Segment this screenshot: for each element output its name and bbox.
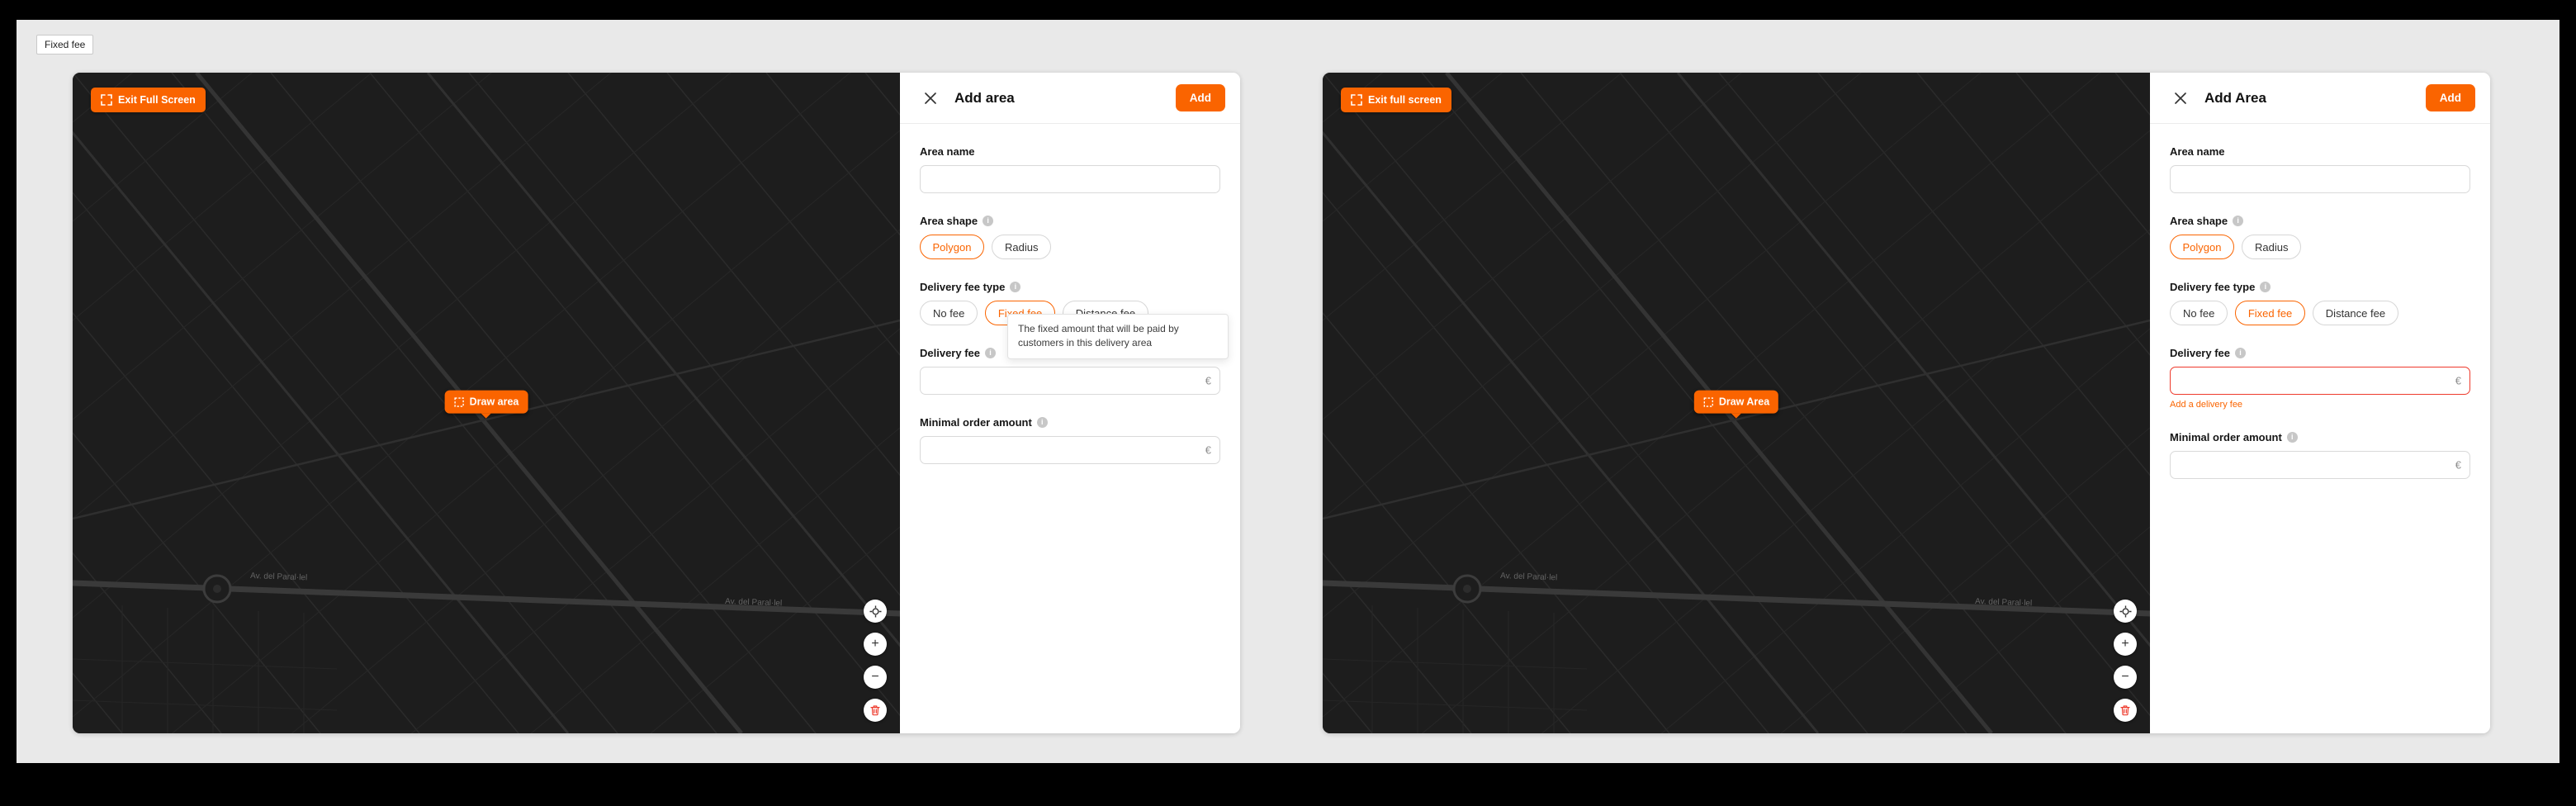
- currency-suffix: €: [2455, 459, 2461, 472]
- draw-area-icon: [454, 396, 465, 407]
- roundabout-center: [213, 585, 221, 593]
- delete-button[interactable]: [2114, 699, 2137, 722]
- draw-area-icon: [1703, 396, 1714, 407]
- area-shape-section: Area shape i Polygon Radius: [920, 215, 1220, 259]
- draw-area-label: Draw area: [470, 396, 519, 408]
- info-icon[interactable]: i: [1037, 417, 1048, 428]
- area-name-label: Area name: [2170, 145, 2224, 158]
- minimal-order-label: Minimal order amount: [920, 416, 1032, 429]
- delivery-fee-label: Delivery fee: [2170, 347, 2230, 359]
- exit-fullscreen-label: Exit Full Screen: [118, 94, 196, 106]
- delivery-area-editor-left: Av. del Paral·lel Av. del Paral·lel Exit…: [73, 73, 1240, 733]
- shape-option-polygon[interactable]: Polygon: [920, 235, 984, 259]
- fixed-fee-tooltip: The fixed amount that will be paid by cu…: [1007, 314, 1229, 359]
- fee-type-label: Delivery fee type: [2170, 281, 2255, 293]
- corner-tab: Fixed fee: [36, 35, 93, 55]
- info-icon[interactable]: i: [983, 216, 993, 226]
- trash-icon: [869, 704, 881, 716]
- sidebar-header: Add area Add: [900, 73, 1240, 124]
- delivery-area-editor-right: Av. del Paral·lel Av. del Paral·lel Exit…: [1323, 73, 2490, 733]
- fee-type-section: Delivery fee type i No fee Fixed fee Dis…: [2170, 281, 2470, 325]
- delivery-fee-input[interactable]: [920, 367, 1220, 395]
- fullscreen-icon: [101, 94, 112, 106]
- add-area-submit-button[interactable]: Add: [2426, 84, 2475, 111]
- locate-icon: [869, 605, 882, 618]
- exit-fullscreen-button[interactable]: Exit full screen: [1341, 88, 1451, 112]
- fullscreen-icon: [1351, 94, 1362, 106]
- currency-suffix: €: [1205, 444, 1211, 457]
- zoom-in-button[interactable]: +: [864, 633, 887, 656]
- close-icon: [2174, 92, 2187, 105]
- fee-option-distance-fee[interactable]: Distance fee: [2313, 301, 2398, 325]
- add-area-submit-button[interactable]: Add: [1176, 84, 1225, 111]
- close-button[interactable]: [2170, 88, 2191, 109]
- exit-fullscreen-label: Exit full screen: [1368, 94, 1442, 106]
- map-controls: + −: [864, 600, 887, 722]
- minimal-order-label: Minimal order amount: [2170, 431, 2282, 443]
- fee-option-fixed-fee[interactable]: Fixed fee: [2235, 301, 2304, 325]
- minus-icon: −: [871, 671, 878, 684]
- area-name-input[interactable]: [2170, 165, 2470, 193]
- shape-option-polygon[interactable]: Polygon: [2170, 235, 2234, 259]
- sidebar-header: Add Area Add: [2150, 73, 2490, 124]
- area-name-label: Area name: [920, 145, 974, 158]
- plus-icon: +: [2121, 638, 2129, 651]
- close-icon: [924, 92, 937, 105]
- draw-area-label: Draw Area: [1719, 396, 1769, 408]
- trash-icon: [2119, 704, 2131, 716]
- minus-icon: −: [2121, 671, 2129, 684]
- area-shape-label: Area shape: [2170, 215, 2228, 227]
- info-icon[interactable]: i: [1010, 282, 1020, 292]
- minimal-order-section: Minimal order amount i €: [2170, 431, 2470, 479]
- panel-title: Add Area: [2204, 90, 2266, 107]
- delivery-fee-input[interactable]: [2170, 367, 2470, 395]
- area-name-input[interactable]: [920, 165, 1220, 193]
- area-name-section: Area name: [920, 145, 1220, 193]
- exit-fullscreen-button[interactable]: Exit Full Screen: [91, 88, 206, 112]
- zoom-in-button[interactable]: +: [2114, 633, 2137, 656]
- info-icon[interactable]: i: [985, 348, 996, 358]
- zoom-out-button[interactable]: −: [2114, 666, 2137, 689]
- currency-suffix: €: [2455, 375, 2461, 387]
- shape-option-radius[interactable]: Radius: [2242, 235, 2301, 259]
- area-shape-section: Area shape i Polygon Radius: [2170, 215, 2470, 259]
- info-icon[interactable]: i: [2233, 216, 2243, 226]
- area-shape-label: Area shape: [920, 215, 978, 227]
- fee-type-label: Delivery fee type: [920, 281, 1005, 293]
- minimal-order-input[interactable]: [920, 436, 1220, 464]
- delivery-fee-label: Delivery fee: [920, 347, 980, 359]
- locate-button[interactable]: [2114, 600, 2137, 623]
- area-name-section: Area name: [2170, 145, 2470, 193]
- draw-area-button[interactable]: Draw area: [445, 391, 528, 414]
- zoom-out-button[interactable]: −: [864, 666, 887, 689]
- map-canvas[interactable]: Av. del Paral·lel Av. del Paral·lel Exit…: [1323, 73, 2150, 733]
- info-icon[interactable]: i: [2287, 432, 2298, 443]
- delivery-fee-error-message: Add a delivery fee: [2170, 400, 2470, 410]
- info-icon[interactable]: i: [2235, 348, 2246, 358]
- delivery-fee-section: Delivery fee i € Add a delivery fee: [2170, 347, 2470, 410]
- locate-icon: [2119, 605, 2132, 618]
- fee-option-no-fee[interactable]: No fee: [2170, 301, 2228, 325]
- plus-icon: +: [871, 638, 878, 651]
- map-controls: + −: [2114, 600, 2137, 722]
- info-icon[interactable]: i: [2260, 282, 2271, 292]
- minimal-order-input[interactable]: [2170, 451, 2470, 479]
- delete-button[interactable]: [864, 699, 887, 722]
- currency-suffix: €: [1205, 375, 1211, 387]
- panel-title: Add area: [954, 90, 1015, 107]
- stage-background: Fixed fee: [17, 20, 2559, 763]
- close-button[interactable]: [920, 88, 941, 109]
- locate-button[interactable]: [864, 600, 887, 623]
- draw-area-button[interactable]: Draw Area: [1694, 391, 1778, 414]
- add-area-sidebar: Add Area Add Area name Area shape i: [2150, 73, 2490, 733]
- minimal-order-section: Minimal order amount i €: [920, 416, 1220, 464]
- shape-option-radius[interactable]: Radius: [992, 235, 1051, 259]
- roundabout-center: [1463, 585, 1471, 593]
- map-canvas[interactable]: Av. del Paral·lel Av. del Paral·lel Exit…: [73, 73, 900, 733]
- fee-option-no-fee[interactable]: No fee: [920, 301, 978, 325]
- add-area-sidebar: Add area Add Area name Area shape i: [900, 73, 1240, 733]
